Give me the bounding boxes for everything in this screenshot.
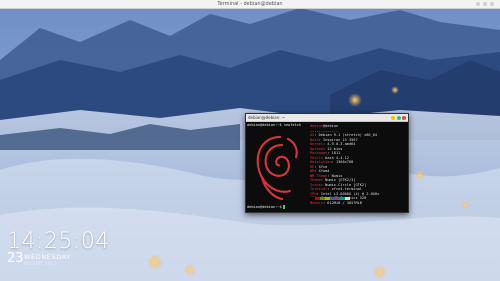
- terminal-window[interactable]: debian@debian: ~ debian@debian:~$ neofet…: [245, 113, 409, 213]
- info-key: Memory: [310, 200, 323, 205]
- info-value: -------------: [310, 128, 339, 133]
- info-value: : Numix: [327, 173, 343, 178]
- close-icon[interactable]: [490, 2, 494, 6]
- info-key: WM Theme: [310, 173, 328, 178]
- maximize-button[interactable]: [396, 115, 401, 120]
- palette-swatch: [345, 197, 350, 200]
- info-row: Memory: 612MiB / 3857MiB: [310, 201, 406, 206]
- window-title: Terminal - debian@debian: [217, 1, 283, 7]
- info-value: : 1366x768: [331, 160, 354, 164]
- info-key: Resolution: [310, 160, 332, 164]
- info-key: Theme: [310, 178, 321, 182]
- system-info: debian@debian ------------- OS: Debian 9.1…: [310, 124, 406, 205]
- info-value: : Debian 9.1 (stretch) x86_64: [314, 133, 378, 137]
- cursor: [282, 204, 285, 209]
- date-month-year: AUGUST 2017: [24, 261, 57, 266]
- terminal-command-line: debian@debian:~$ neofetch: [247, 123, 302, 127]
- top-panel: Terminal - debian@debian: [0, 0, 500, 9]
- desktop: Terminal - debian@debian debian@debian: …: [0, 0, 500, 281]
- info-value: : 612MiB / 3857MiB: [322, 200, 362, 205]
- info-key: Kernel: [310, 142, 323, 146]
- info-value: : bash 4.4.12: [320, 155, 349, 160]
- info-value: : 4.9.0-3-amd64: [322, 142, 356, 146]
- info-value: : Intel i3-6006U (4) @ 2.0GHz: [316, 191, 380, 196]
- info-key: Shell: [310, 155, 321, 160]
- info-value: @debian: [322, 124, 339, 128]
- info-value: : Inspiron 15 3567: [318, 137, 358, 142]
- minimize-button[interactable]: [391, 115, 395, 120]
- info-value: : Numix-Circle [GTK2]: [320, 182, 367, 187]
- info-value: : xfce4-terminal: [327, 187, 362, 191]
- terminal-prompt[interactable]: debian@debian:~$: [247, 204, 285, 210]
- terminal-titlebar[interactable]: debian@debian: ~: [246, 114, 408, 122]
- date-weekday: WEDNESDAY: [24, 253, 71, 261]
- info-key: debian: [310, 124, 323, 128]
- date-day: 23: [7, 251, 24, 266]
- info-value: : Xfce: [314, 164, 328, 169]
- info-key: Icons: [310, 182, 321, 187]
- info-key: Host: [310, 137, 319, 142]
- terminal-title: debian@debian: ~: [248, 115, 286, 120]
- info-key: Terminal: [310, 187, 328, 191]
- terminal-body[interactable]: debian@debian:~$ neofetch debian@debian -…: [246, 122, 408, 212]
- minimize-icon[interactable]: [476, 2, 480, 6]
- close-button[interactable]: [402, 115, 406, 120]
- info-value: : Xfwm4: [314, 169, 330, 173]
- info-key: Uptime: [310, 146, 323, 151]
- info-value: : Numix [GTK2/3]: [320, 178, 356, 182]
- prompt-text: debian@debian:~$: [247, 204, 282, 209]
- color-palette: [310, 197, 350, 200]
- info-value: : 1811: [327, 151, 341, 155]
- maximize-icon[interactable]: [483, 2, 487, 6]
- debian-swirl-logo: [256, 135, 298, 201]
- info-key: Packages: [310, 151, 328, 155]
- info-value: : 12 mins: [322, 146, 343, 151]
